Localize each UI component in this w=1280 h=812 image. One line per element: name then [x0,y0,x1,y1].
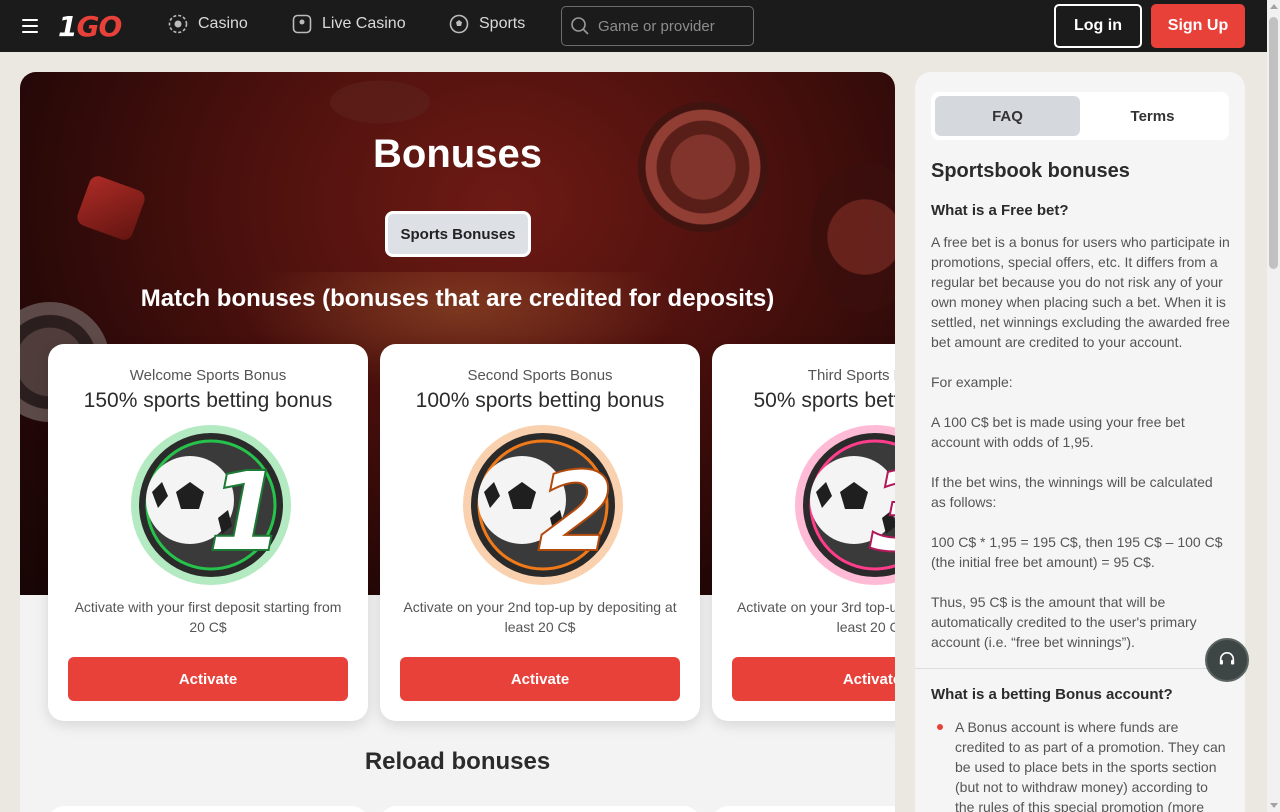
bonus-card-subtitle: Welcome Sports Bonus [129,367,287,384]
soccer-ball-number-3-icon: 3 [795,425,895,585]
site-logo[interactable]: 1GO [58,10,122,43]
svg-text:3: 3 [870,448,895,576]
divider [915,668,1245,669]
nav-live-casino[interactable]: Live Casino [292,14,406,34]
scroll-up-icon[interactable] [1270,4,1278,9]
faq-paragraph: Thus, 95 C$ is the amount that will be a… [931,594,1197,650]
activate-button[interactable]: Activate [400,657,680,701]
bonus-card-description: Activate on your 3rd top-up by depositin… [736,599,895,635]
nav-casino-label: Casino [198,15,248,32]
nav-live-casino-label: Live Casino [322,15,406,32]
sports-bonuses-filter[interactable]: Sports Bonuses [385,211,531,257]
faq-terms-tabs: FAQ Terms [931,92,1229,140]
reload-bonuses-heading: Reload bonuses [364,748,551,775]
faq-heading: Sportsbook bonuses [931,160,1130,182]
dice-decoration [74,173,148,243]
page-title: Bonuses [373,132,542,176]
casino-chip-icon [168,14,188,34]
list-item: A Bonus account is where funds are credi… [931,717,1231,812]
svg-text:1: 1 [208,448,285,576]
svg-text:2: 2 [538,448,615,576]
live-casino-icon [292,14,312,34]
faq-paragraph: A free bet is a bonus for users who part… [931,234,1230,350]
reload-bonus-card [380,806,700,812]
activate-button[interactable]: Activate [68,657,348,701]
soccer-ball-number-1-icon: 1 [131,425,291,585]
faq-paragraph: If the bet wins, the winnings will be ca… [931,474,1213,510]
page-scrollbar[interactable] [1267,0,1280,812]
bonus-card-subtitle: Third Sports Bonus [807,367,895,384]
bonus-card: Welcome Sports Bonus 150% sports betting… [48,344,368,721]
headset-icon [1219,651,1235,665]
login-button[interactable]: Log in [1054,4,1142,48]
support-chat-button[interactable] [1205,638,1249,682]
search-input[interactable] [598,17,748,35]
faq-bullet-list: A Bonus account is where funds are credi… [931,717,1231,812]
bonus-card-subtitle: Second Sports Bonus [467,367,613,384]
top-bar: 1GO Casino Live Casino Sports Log in Sig… [0,0,1267,52]
faq-paragraph: 100 C$ * 1,95 = 195 C$, then 195 C$ – 10… [931,534,1223,570]
bonus-card-description: Activate with your first deposit startin… [74,599,342,635]
search-icon [571,17,589,35]
soccer-ball-number-2-icon: 2 [463,425,623,585]
faq-answer: A free bet is a bonus for users who part… [931,232,1231,672]
bonus-card: Third Sports Bonus 50% sports betting bo… [712,344,895,721]
nav-sports-label: Sports [479,15,526,32]
faq-question: What is a betting Bonus account? [931,686,1173,703]
tab-terms[interactable]: Terms [1080,96,1225,136]
faq-paragraph: A 100 C$ bet is made using your free bet… [931,414,1185,450]
faq-panel: FAQ Terms Sportsbook bonuses What is a F… [915,72,1245,812]
faq-question: What is a Free bet? [931,202,1069,219]
scroll-down-icon[interactable] [1270,803,1278,808]
faq-paragraph: For example: [931,374,1013,390]
scrollbar-thumb[interactable] [1269,17,1278,269]
tab-faq[interactable]: FAQ [935,96,1080,136]
bonus-card-description: Activate on your 2nd top-up by depositin… [403,599,677,635]
reload-bonus-card [48,806,368,812]
soccer-ball-icon [449,14,469,34]
bonus-card-title: 150% sports betting bonus [83,389,333,412]
signup-button[interactable]: Sign Up [1151,4,1245,48]
reload-bonus-card [712,806,895,812]
activate-button[interactable]: Activate [732,657,895,701]
bonus-card-title: 50% sports betting bonus [753,389,896,412]
match-bonuses-heading: Match bonuses (bonuses that are credited… [140,285,775,312]
bonus-card: Second Sports Bonus 100% sports betting … [380,344,700,721]
casino-chip-decoration [310,72,450,132]
menu-icon[interactable] [22,19,38,33]
search-box [561,6,754,46]
nav-casino[interactable]: Casino [168,14,248,34]
nav-sports[interactable]: Sports [449,14,525,34]
bonuses-panel: Bonuses Sports Bonuses Match bonuses (bo… [20,72,895,812]
bonus-card-title: 100% sports betting bonus [415,389,665,412]
